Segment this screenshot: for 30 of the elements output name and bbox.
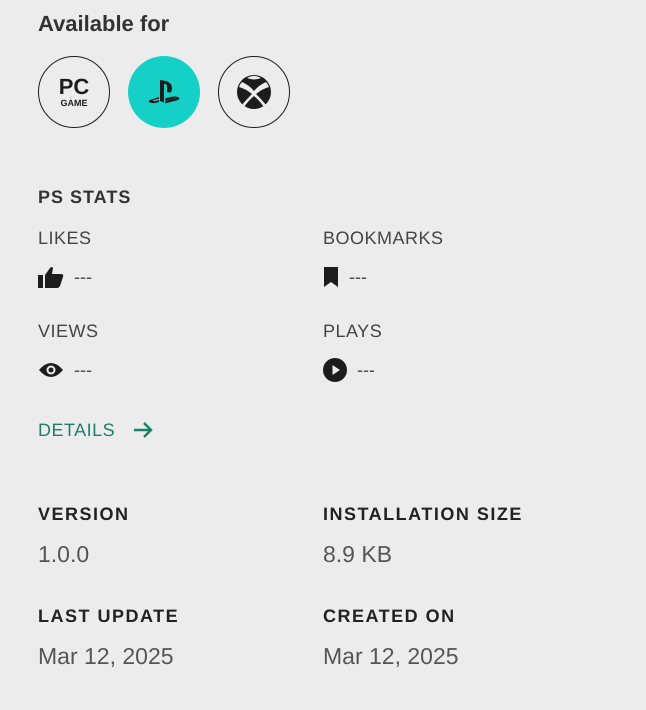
thumbs-up-icon: [38, 266, 64, 288]
stat-label: PLAYS: [323, 320, 384, 343]
platform-button[interactable]: PC GAME: [38, 56, 110, 128]
eye-icon: [38, 361, 64, 379]
info-value: 1.0.0: [38, 540, 90, 568]
pc-label: PC: [58, 76, 90, 98]
details-link[interactable]: DETAILS: [38, 418, 154, 442]
stat-value: ---: [357, 358, 375, 382]
stat-value: ---: [74, 358, 92, 382]
game-label: GAME: [60, 98, 88, 108]
info-value: Mar 12, 2025: [323, 642, 460, 670]
info-value: Mar 12, 2025: [38, 642, 175, 670]
section-title: PS STATS: [38, 186, 132, 209]
xbox-logo-icon: [237, 75, 271, 109]
stat-value: ---: [349, 266, 367, 288]
stat-value: ---: [74, 266, 92, 288]
info-label: LAST UPDATE: [38, 605, 180, 628]
playstation-logo-icon: [147, 79, 181, 105]
stat-label: LIKES: [38, 227, 93, 250]
arrow-right-icon: [133, 421, 154, 439]
info-value: 8.9 KB: [323, 540, 394, 568]
play-icon: [323, 358, 347, 382]
stat-label: VIEWS: [38, 320, 100, 343]
info-label: VERSION: [38, 503, 131, 526]
stat-label: BOOKMARKS: [323, 227, 445, 250]
bookmark-icon: [323, 266, 339, 288]
platform-button[interactable]: [218, 56, 290, 128]
info-label: CREATED ON: [323, 605, 457, 628]
section-title: Available for: [38, 10, 170, 38]
info-label: INSTALLATION SIZE: [323, 503, 524, 526]
